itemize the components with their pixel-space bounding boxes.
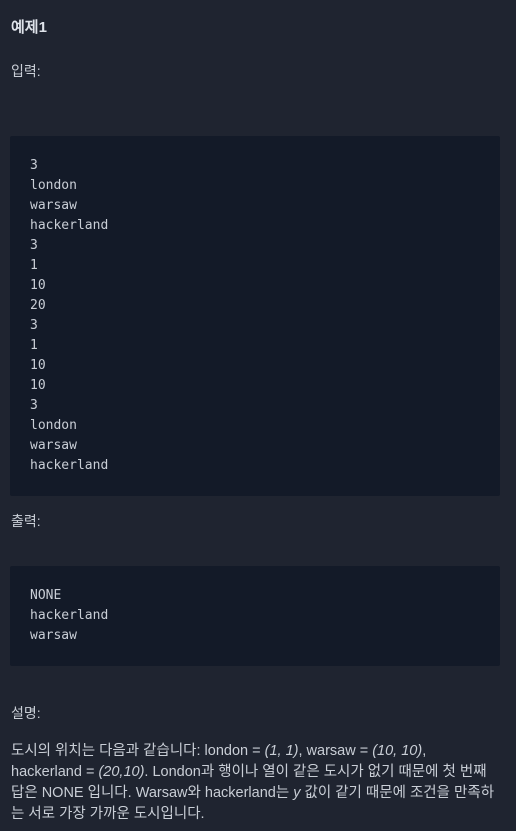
input-line: hackerland: [30, 458, 109, 473]
input-line: 10: [30, 358, 46, 373]
input-line: warsaw: [30, 438, 77, 453]
input-line: london: [30, 418, 77, 433]
example-title: 예제1: [11, 19, 47, 36]
explanation-part: , warsaw =: [298, 743, 373, 759]
input-line: 20: [30, 298, 46, 313]
input-line: 3: [30, 318, 38, 333]
hackerland-coords: (20,10): [98, 764, 145, 780]
explanation-label: 설명:: [11, 705, 41, 721]
input-line: 10: [30, 378, 46, 393]
london-coords: (1, 1): [264, 743, 299, 759]
example-section: 예제1 입력: 3 london warsaw hackerland 3 1 10 20 3 1 1…: [0, 0, 516, 831]
input-line: london: [30, 178, 77, 193]
explanation-text: 도시의 위치는 다음과 같습니다: london = (1, 1), warsa…: [11, 741, 501, 825]
warsaw-coords: (10, 10): [372, 743, 423, 759]
output-label: 출력:: [11, 513, 41, 529]
input-line: 3: [30, 158, 38, 173]
input-line: 1: [30, 258, 38, 273]
output-line: NONE: [30, 588, 62, 603]
input-line: hackerland: [30, 218, 109, 233]
input-line: warsaw: [30, 198, 77, 213]
input-label: 입력:: [11, 63, 41, 79]
output-line: warsaw: [30, 628, 77, 643]
input-line: 1: [30, 338, 38, 353]
input-code-block[interactable]: 3 london warsaw hackerland 3 1 10 20 3 1 10 10 3 lond…: [10, 136, 500, 496]
input-line: 10: [30, 278, 46, 293]
output-code-block[interactable]: NONE hackerland warsaw: [10, 566, 500, 666]
input-line: 3: [30, 238, 38, 253]
explanation-part: 도시의 위치는 다음과 같습니다: london =: [11, 743, 265, 759]
input-line: 3: [30, 398, 38, 413]
output-line: hackerland: [30, 608, 109, 623]
